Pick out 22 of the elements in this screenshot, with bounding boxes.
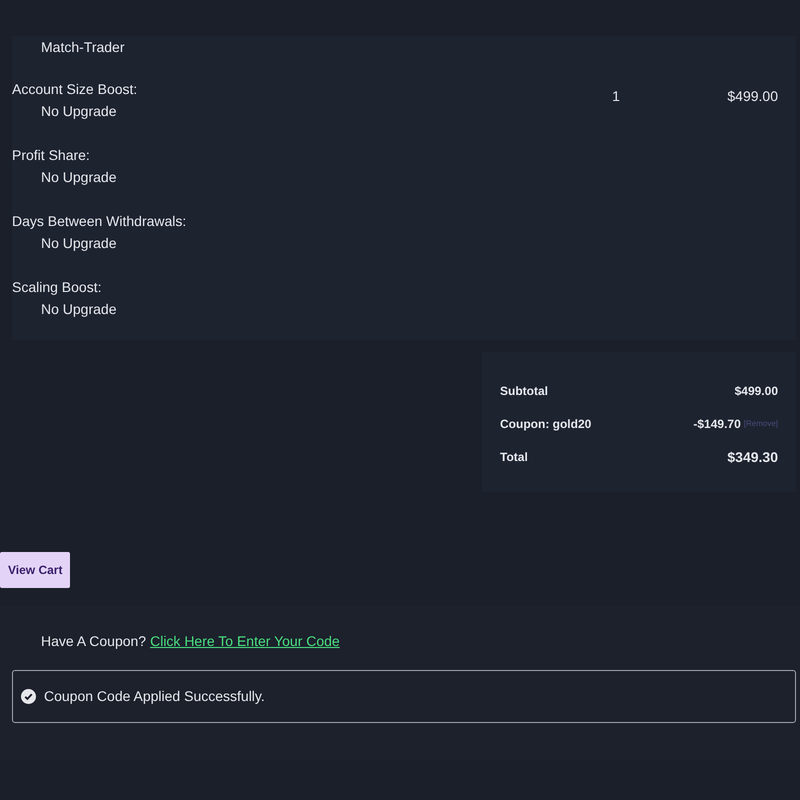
totals-value: -$149.70 (693, 416, 741, 433)
enter-code-link[interactable]: Click Here To Enter Your Code (150, 630, 340, 652)
coupon-prompt: Have A Coupon? (41, 632, 146, 651)
product-name: Match-Trader (40, 38, 126, 57)
option-label: Days Between Withdrawals: (12, 212, 188, 231)
option-label: Scaling Boost: (12, 278, 102, 297)
check-icon (21, 689, 36, 704)
totals-value: $499.00 (734, 383, 778, 400)
view-cart-button[interactable]: View Cart (0, 552, 70, 588)
option-value: No Upgrade (40, 102, 118, 121)
quantity: 1 (612, 88, 620, 104)
option-value: No Upgrade (40, 168, 118, 187)
totals-label: Coupon: gold20 (500, 416, 592, 433)
price: $499.00 (727, 88, 778, 104)
totals-label: Total (500, 449, 528, 466)
totals-value: $349.30 (727, 448, 778, 466)
totals-label: Subtotal (500, 383, 548, 400)
option-value: No Upgrade (40, 300, 118, 319)
option-label: Profit Share: (12, 146, 91, 165)
option-value: No Upgrade (40, 234, 118, 253)
notice-message: Coupon Code Applied Successfully. (44, 687, 265, 706)
option-label: Account Size Boost: (12, 80, 138, 99)
